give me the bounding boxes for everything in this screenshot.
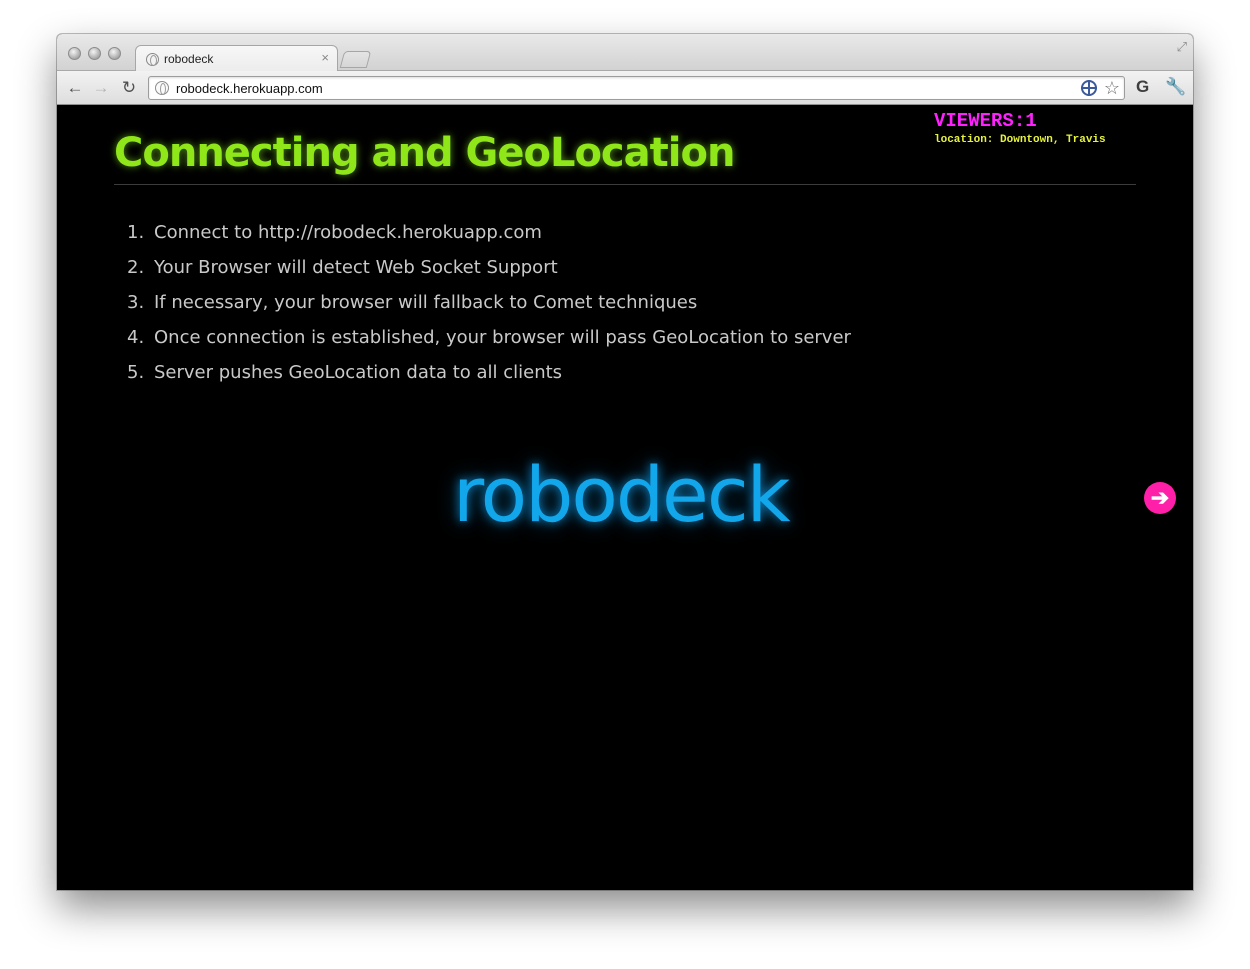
viewer-location: location: Downtown, Travis — [934, 134, 1106, 146]
browser-window: robodeck × ⤢ ← → ↻ robodeck.herokuapp.co… — [57, 34, 1193, 890]
arrow-right-icon: ➔ — [1150, 485, 1170, 510]
list-item: 5. Server pushes GeoLocation data to all … — [127, 360, 851, 395]
bookmark-star-icon[interactable]: ☆ — [1104, 77, 1120, 99]
step-text: If necessary, your browser will fallback… — [154, 292, 698, 313]
tab-close-icon[interactable]: × — [321, 50, 329, 65]
location-target-icon[interactable] — [1081, 80, 1097, 96]
step-text: Once connection is established, your bro… — [154, 327, 851, 348]
slide-title: Connecting and GeoLocation — [114, 130, 735, 176]
title-divider — [114, 184, 1136, 185]
robodeck-logo: robodeck — [453, 450, 791, 539]
tab-title: robodeck — [164, 52, 214, 66]
step-text: Server pushes GeoLocation data to all cl… — [154, 362, 563, 383]
steps-list: 1. Connect to http://robodeck.herokuapp.c… — [127, 220, 851, 395]
browser-toolbar: ← → ↻ robodeck.herokuapp.com ☆ G 🔧 — [57, 71, 1193, 105]
fullscreen-icon[interactable]: ⤢ — [1177, 39, 1187, 55]
reload-button[interactable]: ↻ — [119, 78, 139, 98]
google-plus-icon[interactable]: G — [1136, 77, 1149, 97]
address-bar[interactable]: robodeck.herokuapp.com ☆ — [148, 76, 1125, 100]
step-number: 3. — [127, 292, 145, 313]
close-window-button[interactable] — [68, 47, 81, 60]
title-bar: robodeck × ⤢ — [57, 34, 1193, 72]
step-text: Connect to http://robodeck.herokuapp.com — [154, 222, 542, 243]
list-item: 3. If necessary, your browser will fallba… — [127, 290, 851, 325]
slide-page: VIEWERS:1 location: Downtown, Travis Con… — [57, 106, 1193, 890]
new-tab-button[interactable] — [339, 51, 372, 68]
next-slide-button[interactable]: ➔ — [1144, 482, 1176, 514]
browser-tab[interactable]: robodeck × — [135, 45, 338, 72]
globe-icon — [146, 53, 159, 66]
step-number: 1. — [127, 222, 145, 243]
wrench-icon[interactable]: 🔧 — [1165, 77, 1186, 97]
globe-icon — [155, 81, 169, 95]
forward-button[interactable]: → — [91, 78, 111, 98]
minimize-window-button[interactable] — [88, 47, 101, 60]
list-item: 4. Once connection is established, your b… — [127, 325, 851, 360]
list-item: 2. Your Browser will detect Web Socket Su… — [127, 255, 851, 290]
step-number: 4. — [127, 327, 145, 348]
viewers-count: VIEWERS:1 — [934, 110, 1037, 132]
step-number: 2. — [127, 257, 145, 278]
step-text: Your Browser will detect Web Socket Supp… — [154, 257, 558, 278]
zoom-window-button[interactable] — [108, 47, 121, 60]
back-button[interactable]: ← — [65, 78, 85, 98]
step-number: 5. — [127, 362, 145, 383]
url-text[interactable]: robodeck.herokuapp.com — [176, 81, 323, 96]
list-item: 1. Connect to http://robodeck.herokuapp.c… — [127, 220, 851, 255]
